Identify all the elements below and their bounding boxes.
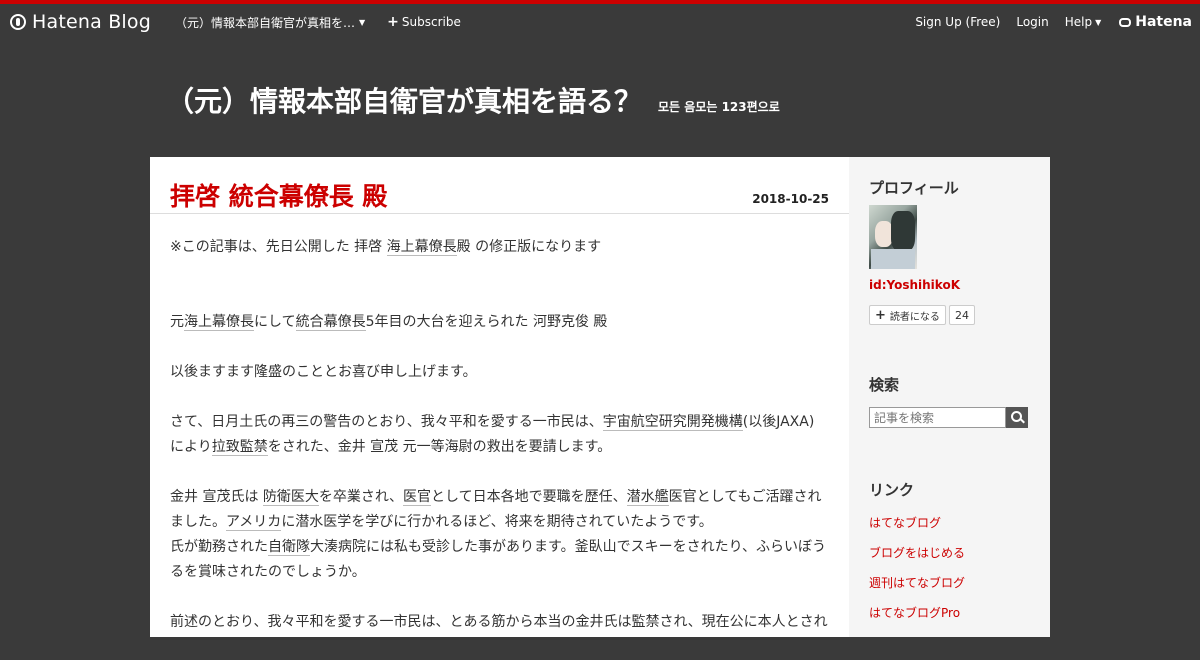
hatena-bubble-icon [1119,17,1132,27]
entry-body: ※この記事は、先日公開した 拝啓 海上幕僚長殿 の修正版になります 元海上幕僚長… [170,235,830,660]
entry-date[interactable]: 2018-10-25 [752,192,829,206]
links-heading: リンク [869,481,915,499]
keyword-link[interactable]: アメリカ [226,514,282,531]
search-heading: 検索 [869,376,900,394]
paragraph: さて、日月土氏の再三の警告のとおり、我々平和を愛する一市民は、宇宙航空研究開発機… [170,414,815,456]
search-button[interactable] [1006,407,1028,428]
sidebar-link-weekly[interactable]: 週刊はてなブログ [869,574,965,591]
plus-icon: + [875,307,886,323]
entry-title[interactable]: 拝啓 統合幕僚長 殿 [170,177,387,213]
profile-user-id-link[interactable]: id:YoshihikoK [869,278,960,292]
help-menu[interactable]: Help ▼ [1065,15,1102,29]
login-link[interactable]: Login [1016,15,1048,29]
caret-down-icon: ▼ [359,17,366,27]
keyword-link[interactable]: 拉致監禁 [211,439,268,456]
sidebar-link-pro[interactable]: はてなブログPro [869,604,960,621]
blog-header: （元）情報本部自衛官が真相を語る？ 모든 음모는 123편으로 [166,80,780,120]
avatar[interactable] [869,205,917,269]
search-input[interactable] [869,407,1006,428]
hatena-blog-logo-icon [10,14,26,30]
profile-heading: プロフィール [869,179,959,197]
subscriber-count[interactable]: 24 [949,305,975,325]
keyword-link[interactable]: 統合幕僚長 [295,314,366,331]
keyword-link[interactable]: 自衛隊 [268,539,310,556]
blog-menu-dropdown[interactable]: （元）情報本部自衛官が真相を… ▼ [175,14,365,31]
subscribe-button[interactable]: + 読者になる [869,305,946,325]
keyword-link[interactable]: 医官 [403,489,432,506]
main-content: 拝啓 統合幕僚長 殿 2018-10-25 ※この記事は、先日公開した 拝啓 海… [150,157,849,637]
caret-down-icon: ▼ [1095,17,1102,27]
sidebar: プロフィール id:YoshihikoK + 読者になる 24 検索 リンク は… [849,157,1050,637]
blog-description: 모든 음모는 123편으로 [658,100,780,114]
signup-link[interactable]: Sign Up (Free) [915,15,1000,29]
paragraph: 前述のとおり、我々平和を愛する一市民は、とある筋から本当の金井氏は監禁され、現在… [170,614,828,630]
sidebar-link-hatena-blog[interactable]: はてなブログ [869,514,941,531]
paragraph: 元海上幕僚長にして統合幕僚長5年目の大台を迎えられた 河野克俊 殿 [170,314,608,331]
keyword-link[interactable]: 防衛医大 [262,489,319,506]
paragraph: ※この記事は、先日公開した 拝啓 海上幕僚長殿 の修正版になります [170,239,602,256]
hatena-logo[interactable]: Hatena [1119,14,1192,30]
keyword-link[interactable]: 潜水艦 [626,489,669,506]
keyword-link[interactable]: 海上幕僚長 [386,239,457,256]
plus-icon: + [387,14,399,30]
hatena-blog-logo[interactable]: Hatena Blog [10,11,151,33]
global-header: Hatena Blog （元）情報本部自衛官が真相を… ▼ + Subscrib… [0,4,1200,40]
entry-header: 拝啓 統合幕僚長 殿 2018-10-25 [150,157,849,214]
paragraph: 以後ますます隆盛のこととお喜び申し上げます。 [170,364,477,380]
keyword-link[interactable]: 宇宙航空研究開発機構 [602,414,743,431]
paragraph: 金井 宣茂氏は 防衛医大を卒業され、医官として日本各地で要職を歴任、潜水艦医官と… [170,489,827,580]
blog-title[interactable]: （元）情報本部自衛官が真相を語る？ [166,80,642,120]
sidebar-link-start-blog[interactable]: ブログをはじめる [869,544,965,561]
subscribe-link[interactable]: + Subscribe [387,14,461,30]
keyword-link[interactable]: 海上幕僚長 [184,314,254,331]
